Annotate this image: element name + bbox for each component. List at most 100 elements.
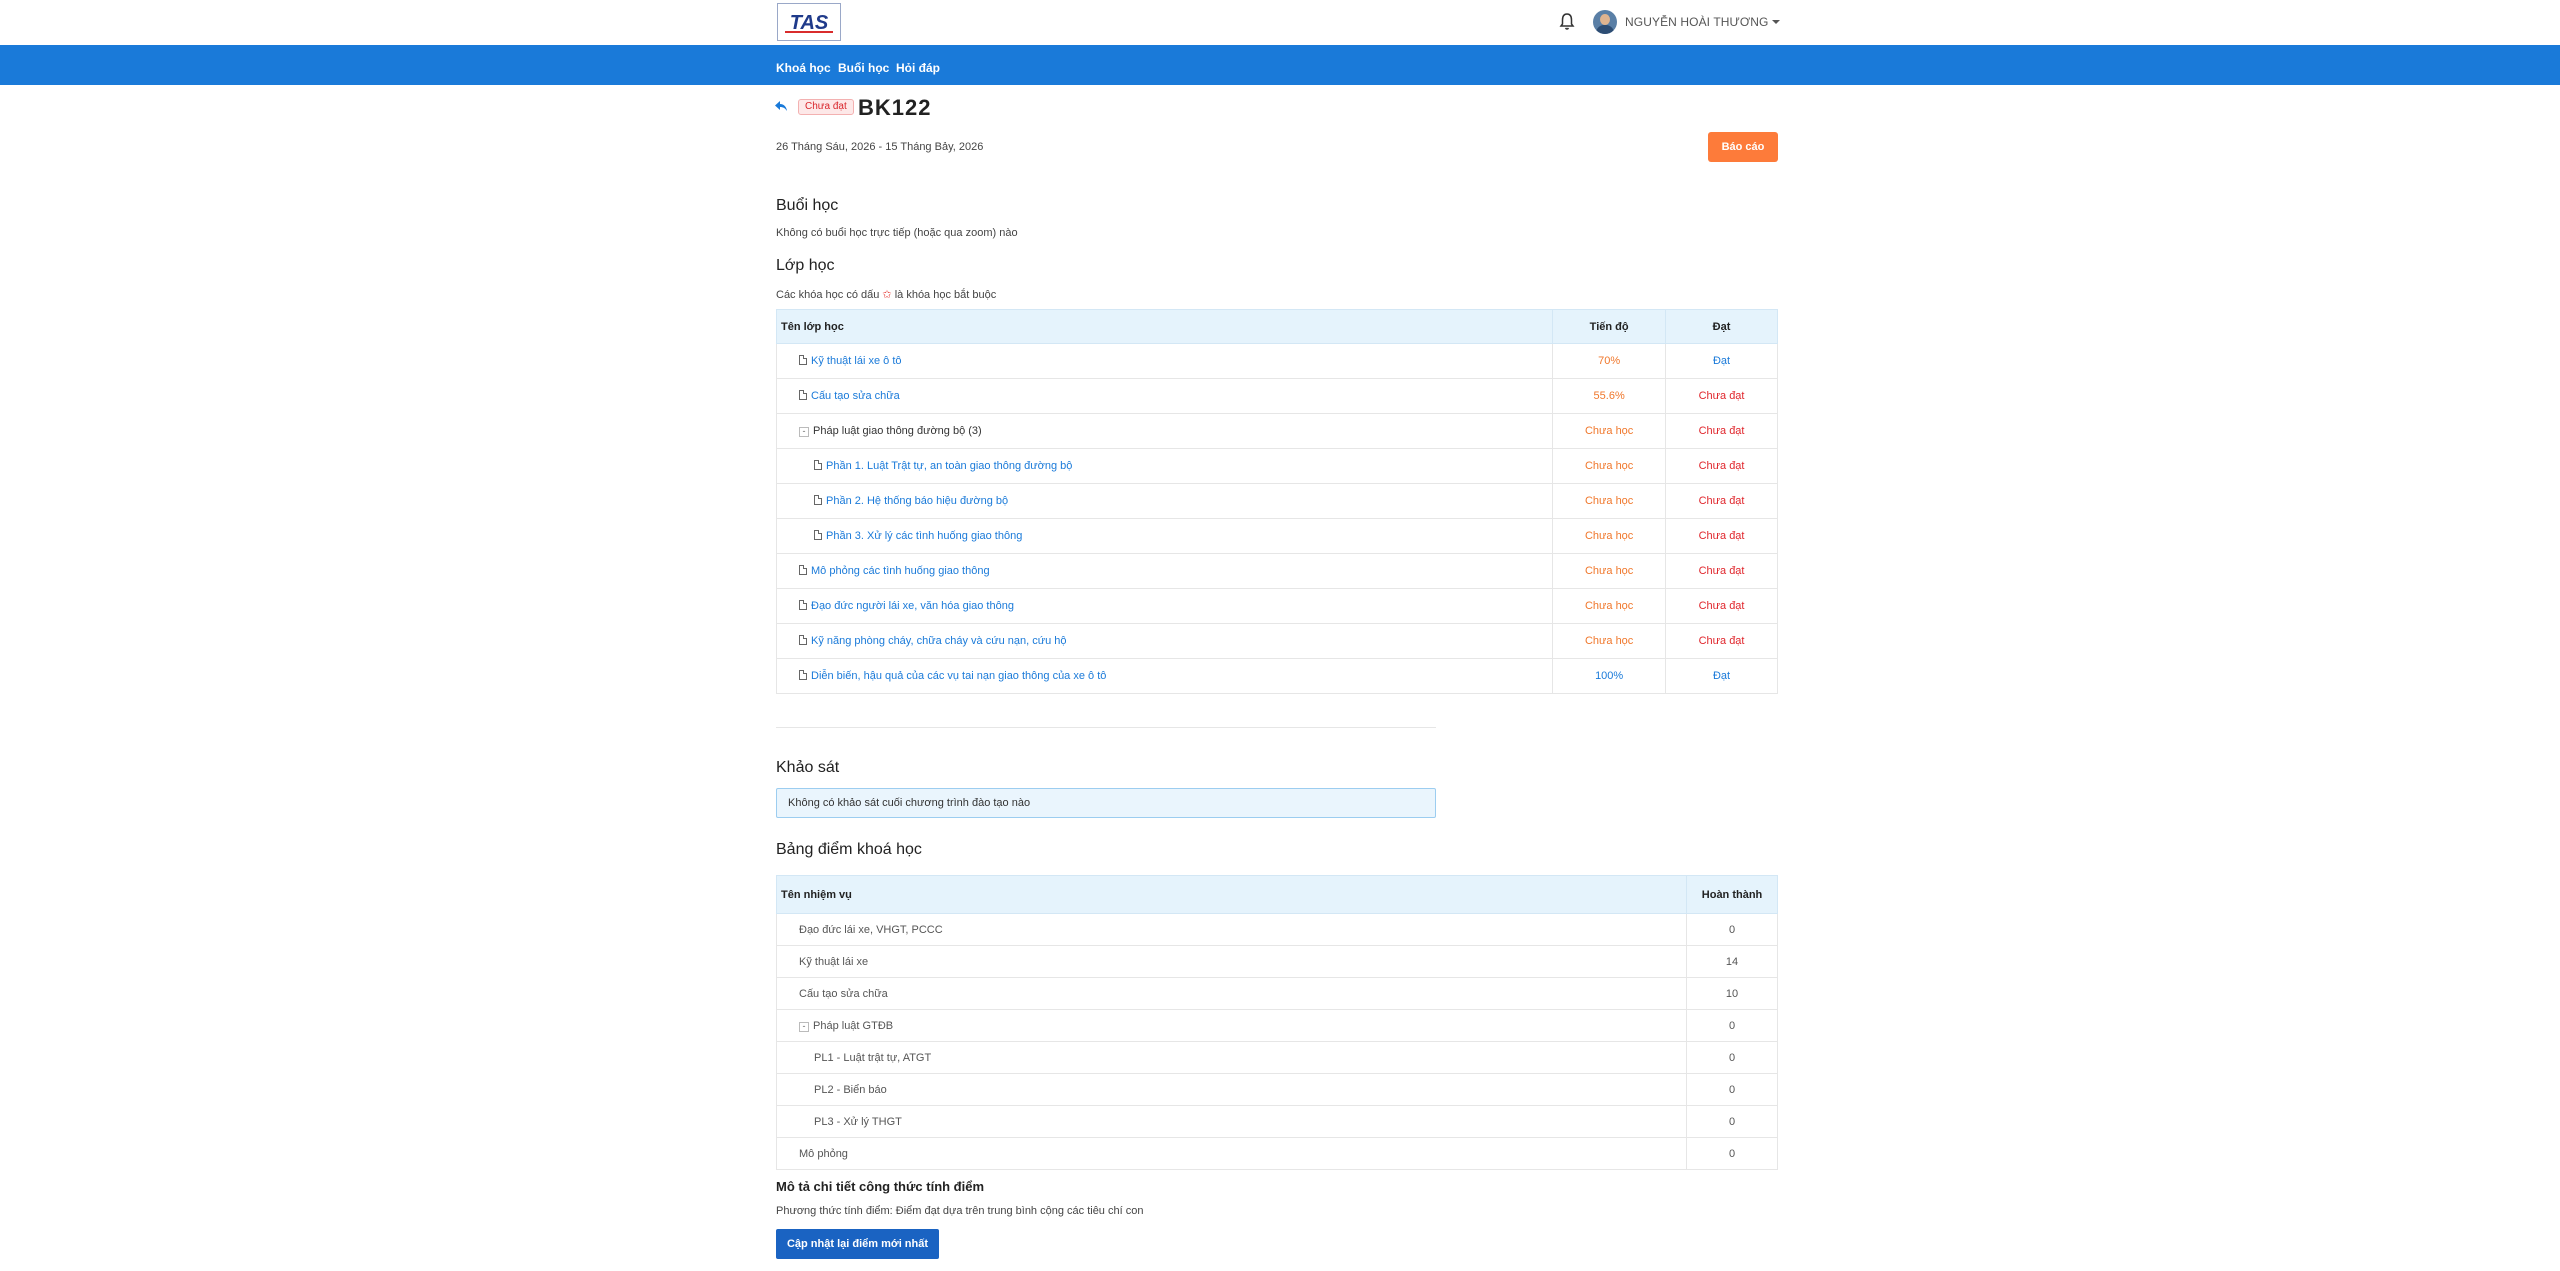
col-header-task-name: Tên nhiệm vụ bbox=[775, 875, 1688, 914]
table-row: Phần 1. Luật Trật tự, an toàn giao thông… bbox=[775, 448, 1778, 484]
table-row: Kỹ thuật lái xe 14 bbox=[775, 945, 1778, 978]
nav-item-qa[interactable]: Hỏi đáp bbox=[896, 61, 940, 75]
classes-table: Tên lớp học Tiến độ Đạt Kỹ thuật lái xe … bbox=[775, 309, 1778, 694]
svg-text:TAS: TAS bbox=[790, 12, 829, 34]
survey-title: Khảo sát bbox=[776, 759, 840, 776]
class-pass-status: Chưa đạt bbox=[1665, 518, 1778, 554]
task-name: PL3 - Xử lý THGT bbox=[775, 1105, 1688, 1138]
class-progress: Chưa học bbox=[1552, 553, 1667, 589]
class-pass-status: Đạt bbox=[1665, 658, 1778, 694]
course-code: BK122 bbox=[858, 95, 932, 120]
collapse-toggle-icon[interactable]: - bbox=[799, 427, 809, 437]
col-header-class-name: Tên lớp học bbox=[775, 309, 1554, 344]
table-row: PL3 - Xử lý THGT 0 bbox=[775, 1105, 1778, 1138]
document-icon bbox=[799, 565, 807, 575]
class-pass-status: Đạt bbox=[1665, 343, 1778, 379]
class-progress: 100% bbox=[1552, 658, 1667, 694]
document-icon bbox=[814, 530, 822, 540]
table-row: Kỹ năng phòng cháy, chữa cháy và cứu nạn… bbox=[775, 623, 1778, 659]
class-progress: Chưa học bbox=[1552, 483, 1667, 519]
survey-empty-alert: Không có khảo sát cuối chương trình đào … bbox=[776, 788, 1436, 818]
table-row: Cấu tạo sửa chữa 55.6% Chưa đạt bbox=[775, 378, 1778, 414]
scores-table-header: Tên nhiệm vụ Hoàn thành bbox=[775, 875, 1778, 914]
classes-title: Lớp học bbox=[776, 257, 835, 274]
bell-icon[interactable] bbox=[1559, 12, 1575, 32]
main-nav: Khoá học Buổi học Hỏi đáp bbox=[0, 45, 2560, 85]
task-score: 14 bbox=[1686, 945, 1778, 978]
avatar bbox=[1593, 10, 1617, 34]
table-row: Mô phỏng 0 bbox=[775, 1137, 1778, 1170]
class-pass-status: Chưa đạt bbox=[1665, 553, 1778, 589]
update-scores-button[interactable]: Cập nhật lại điểm mới nhất bbox=[776, 1229, 939, 1259]
class-pass-status: Chưa đạt bbox=[1665, 623, 1778, 659]
document-icon bbox=[814, 460, 822, 470]
class-pass-status: Chưa đạt bbox=[1665, 378, 1778, 414]
user-menu[interactable]: NGUYỄN HOÀI THƯƠNG bbox=[1593, 10, 1781, 34]
table-row: PL1 - Luật trật tự, ATGT 0 bbox=[775, 1041, 1778, 1074]
sessions-title: Buổi học bbox=[776, 197, 839, 214]
document-icon bbox=[799, 635, 807, 645]
class-link[interactable]: Phần 3. Xử lý các tình huống giao thông bbox=[826, 530, 1022, 542]
formula-title: Mô tả chi tiết công thức tính điểm bbox=[776, 1179, 985, 1194]
status-badge: Chưa đạt bbox=[798, 99, 854, 115]
user-name: NGUYỄN HOÀI THƯƠNG bbox=[1625, 15, 1769, 29]
nav-item-sessions[interactable]: Buổi học bbox=[838, 61, 889, 75]
table-row: Phần 3. Xử lý các tình huống giao thông … bbox=[775, 518, 1778, 554]
nav-item-courses[interactable]: Khoá học bbox=[776, 61, 831, 75]
document-icon bbox=[799, 390, 807, 400]
class-pass-status: Chưa đạt bbox=[1665, 413, 1778, 449]
class-link[interactable]: Kỹ năng phòng cháy, chữa cháy và cứu nạn… bbox=[811, 635, 1067, 647]
class-progress: Chưa học bbox=[1552, 518, 1667, 554]
table-row: Cấu tạo sửa chữa 10 bbox=[775, 977, 1778, 1010]
class-progress: Chưa học bbox=[1552, 588, 1667, 624]
task-name: Cấu tạo sửa chữa bbox=[775, 977, 1688, 1010]
task-score: 0 bbox=[1686, 1073, 1778, 1106]
scores-table: Tên nhiệm vụ Hoàn thành Đạo đức lái xe, … bbox=[775, 875, 1778, 1170]
class-link[interactable]: Cấu tạo sửa chữa bbox=[811, 390, 900, 402]
document-icon bbox=[799, 670, 807, 680]
logo-mark: TAS bbox=[785, 12, 833, 34]
collapse-toggle-icon[interactable]: - bbox=[799, 1021, 809, 1032]
class-group-name: Pháp luật giao thông đường bộ bbox=[813, 425, 966, 437]
class-group-count: (3) bbox=[968, 425, 982, 437]
report-button[interactable]: Báo cáo bbox=[1708, 132, 1778, 162]
task-score: 0 bbox=[1686, 1009, 1778, 1042]
class-pass-status: Chưa đạt bbox=[1665, 588, 1778, 624]
formula-description: Phương thức tính điểm: Điểm đạt dựa trên… bbox=[776, 1205, 1144, 1217]
class-link[interactable]: Diễn biến, hậu quả của các vụ tai nạn gi… bbox=[811, 670, 1106, 682]
class-link[interactable]: Phần 1. Luật Trật tự, an toàn giao thông… bbox=[826, 460, 1072, 472]
task-name: Mô phỏng bbox=[775, 1137, 1688, 1170]
sessions-empty-text: Không có buổi học trực tiếp (hoặc qua zo… bbox=[776, 227, 1018, 239]
table-row: Đạo đức lái xe, VHGT, PCCC 0 bbox=[775, 913, 1778, 946]
classes-table-header: Tên lớp học Tiến độ Đạt bbox=[775, 309, 1778, 344]
task-name: PL1 - Luật trật tự, ATGT bbox=[775, 1041, 1688, 1074]
table-row-group: - Pháp luật GTĐB 0 bbox=[775, 1009, 1778, 1042]
document-icon bbox=[814, 495, 822, 505]
task-group-name: Pháp luật GTĐB bbox=[813, 1019, 894, 1032]
classes-note-after: là khóa học bắt buộc bbox=[894, 289, 997, 301]
classes-note: Các khóa học có dấu ✩ là khóa học bắt bu… bbox=[776, 288, 996, 301]
course-date-range: 26 Tháng Sáu, 2026 - 15 Tháng Bảy, 2026 bbox=[776, 141, 984, 153]
task-score: 10 bbox=[1686, 977, 1778, 1010]
back-icon[interactable] bbox=[774, 99, 788, 113]
chevron-down-icon bbox=[1772, 20, 1781, 24]
class-progress: Chưa học bbox=[1552, 623, 1667, 659]
class-link[interactable]: Phần 2. Hệ thống báo hiệu đường bộ bbox=[826, 495, 1008, 507]
star-icon: ✩ bbox=[882, 289, 892, 301]
tas-logo[interactable]: TAS bbox=[777, 3, 841, 41]
class-pass-status: Chưa đạt bbox=[1665, 448, 1778, 484]
table-row: Mô phỏng các tình huống giao thông Chưa … bbox=[775, 553, 1778, 589]
class-link[interactable]: Mô phỏng các tình huống giao thông bbox=[811, 565, 990, 577]
col-header-progress: Tiến độ bbox=[1552, 309, 1667, 344]
col-header-pass: Đạt bbox=[1665, 309, 1778, 344]
table-row: Diễn biến, hậu quả của các vụ tai nạn gi… bbox=[775, 658, 1778, 694]
task-score: 0 bbox=[1686, 913, 1778, 946]
classes-note-before: Các khóa học có dấu bbox=[776, 289, 880, 301]
table-row: Đạo đức người lái xe, văn hóa giao thông… bbox=[775, 588, 1778, 624]
class-link[interactable]: Đạo đức người lái xe, văn hóa giao thông bbox=[811, 600, 1014, 612]
class-pass-status: Chưa đạt bbox=[1665, 483, 1778, 519]
class-progress: 70% bbox=[1552, 343, 1667, 379]
class-link[interactable]: Kỹ thuật lái xe ô tô bbox=[811, 355, 902, 367]
task-name: Kỹ thuật lái xe bbox=[775, 945, 1688, 978]
table-row: Kỹ thuật lái xe ô tô 70% Đạt bbox=[775, 343, 1778, 379]
